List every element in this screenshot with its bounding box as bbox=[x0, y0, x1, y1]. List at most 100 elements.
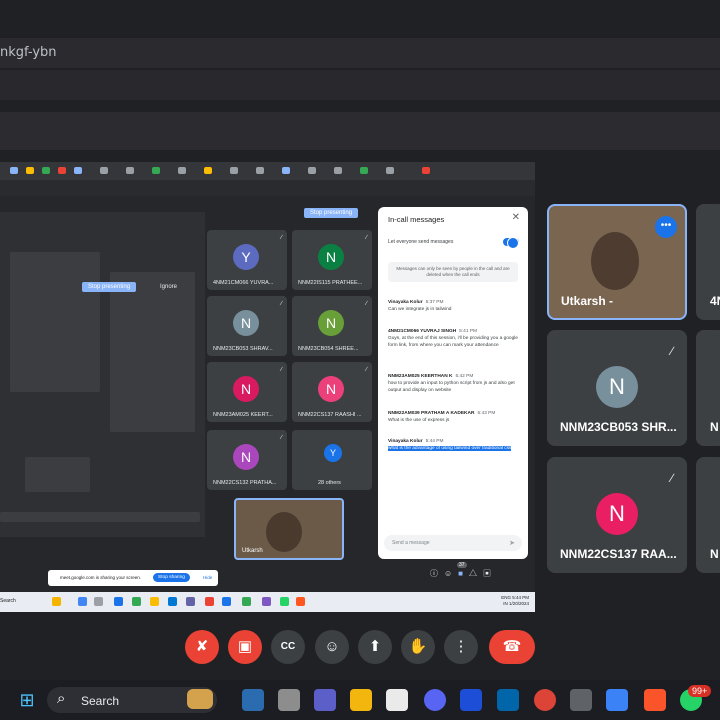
copilot-icon[interactable] bbox=[242, 689, 264, 711]
avatar: N bbox=[318, 244, 344, 270]
vscode-icon[interactable] bbox=[497, 689, 519, 711]
more-icon[interactable]: ⋮ bbox=[444, 630, 478, 664]
send-message-input[interactable]: Send a message bbox=[384, 535, 522, 551]
mic-off-icon: ∕ bbox=[670, 471, 673, 485]
chat-note: Messages can only be seen by people in t… bbox=[388, 262, 518, 282]
chat-message: NNM22AM039 PRATHAM A KADEKAR 5:43 PM What… bbox=[388, 410, 520, 424]
tab-icon bbox=[74, 167, 82, 174]
participant-tile[interactable]: ∕ N NNM22CS137 RAASHI ... bbox=[292, 362, 372, 422]
whatsapp-badge: 99+ bbox=[688, 685, 712, 697]
participant-tile[interactable]: ∕ N NNM23AM025 KEERT... bbox=[207, 362, 287, 422]
others-tile[interactable]: Y 28 others bbox=[292, 430, 372, 490]
app-icon[interactable] bbox=[570, 689, 592, 711]
screen-sharing-bar: meet.google.com is sharing your screen. … bbox=[48, 570, 218, 586]
tab-icon bbox=[204, 167, 212, 174]
tray-date: 1/20/2024 bbox=[508, 601, 529, 606]
message-sender: Vinayaka Kolur bbox=[388, 439, 423, 444]
more-options-icon[interactable]: ••• bbox=[655, 216, 677, 238]
participant-tile[interactable]: ∕ N NNM22CS132 PRATHA... bbox=[207, 430, 287, 490]
participant-tile[interactable]: ∕ N NNM23CB054 SHREE... bbox=[292, 296, 372, 356]
taskbar-app-icon bbox=[280, 597, 289, 606]
ignore-button[interactable]: Ignore bbox=[160, 284, 177, 290]
browser-toolbar-band bbox=[0, 70, 720, 100]
utkarsh-video-face bbox=[591, 232, 639, 290]
lock-icon[interactable]: ▣ bbox=[483, 569, 497, 578]
send-icon[interactable]: ➤ bbox=[509, 539, 515, 547]
stop-presenting-button[interactable]: Stop presenting bbox=[304, 208, 359, 218]
vpn-icon[interactable] bbox=[460, 689, 482, 711]
participant-name: NNM22CS132 PRATHA... bbox=[213, 480, 277, 486]
mic-off-icon: ∕ bbox=[365, 367, 367, 373]
info-icon[interactable]: ⓘ bbox=[430, 569, 444, 578]
windows-start-icon[interactable]: ⊞ bbox=[16, 689, 38, 711]
people-icon[interactable]: ☺ bbox=[444, 569, 458, 578]
participant-tile[interactable]: ∕ N NNM23CB053 SHRAV... bbox=[207, 296, 287, 356]
taskbar-app-icon bbox=[132, 597, 141, 606]
taskbar-app-icon bbox=[242, 597, 251, 606]
self-video-tile[interactable]: Utkarsh bbox=[234, 498, 344, 560]
message-time: 5:37 PM bbox=[425, 300, 444, 305]
participant-tile[interactable]: ∕ N NNM22IS115 PRATHEE... bbox=[292, 230, 372, 290]
blurred-presentation bbox=[0, 212, 205, 537]
edge-participant-tile[interactable]: 4N bbox=[696, 204, 720, 320]
send-messages-toggle[interactable] bbox=[503, 237, 519, 249]
participant-tile[interactable]: ∕ N NNM23CB053 SHR... bbox=[547, 330, 687, 446]
store-icon[interactable] bbox=[386, 689, 408, 711]
tab-icon bbox=[360, 167, 368, 174]
self-label: Utkarsh bbox=[242, 548, 263, 554]
message-sender: NNM23AM025 KEERTHAN K bbox=[388, 374, 453, 379]
taskbar-search[interactable]: ⌕ Search bbox=[47, 687, 217, 713]
emoji-icon[interactable]: ☺ bbox=[315, 630, 349, 664]
search-icon: ⌕ bbox=[57, 690, 66, 707]
participant-name: NNM22CS137 RAASHI ... bbox=[298, 412, 362, 418]
search-highlight-icon bbox=[187, 689, 213, 709]
participant-name: NNM23CB053 SHR... bbox=[560, 420, 677, 434]
shared-screen: Stop presenting Stop presenting Ignore ∕… bbox=[0, 162, 535, 612]
activities-icon[interactable]: △ bbox=[469, 569, 483, 578]
self-video-face bbox=[266, 512, 302, 552]
chrome-icon[interactable] bbox=[534, 689, 556, 711]
chat-icon[interactable]: ■ bbox=[458, 569, 469, 578]
toggle-label: Let everyone send messages bbox=[388, 239, 454, 245]
task-view-icon[interactable] bbox=[278, 689, 300, 711]
mic-off-icon: ∕ bbox=[365, 235, 367, 241]
tab-icon bbox=[386, 167, 394, 174]
participant-name: NNM22CS137 RAA... bbox=[560, 547, 677, 561]
teams-icon[interactable] bbox=[314, 689, 336, 711]
participant-name: 4NM21CM066 YUVRA... bbox=[213, 280, 274, 286]
captions-button[interactable]: CC bbox=[271, 630, 305, 664]
hide-button[interactable]: Hide bbox=[203, 575, 212, 580]
chat-message: Vinayaka Kolur 5:37 PM Can we integrate j… bbox=[388, 299, 520, 313]
camera-off-icon[interactable]: ▣ bbox=[228, 630, 262, 664]
url-text: nkgf-ybn bbox=[0, 45, 57, 60]
tab-icon bbox=[100, 167, 108, 174]
participant-tile[interactable]: ∕ Y 4NM21CM066 YUVRA... bbox=[207, 230, 287, 290]
blur-block bbox=[25, 457, 90, 492]
taskbar-app-icon bbox=[222, 597, 231, 606]
chat-title: In-call messages bbox=[388, 215, 445, 224]
taskbar-app-icon bbox=[186, 597, 195, 606]
brave-icon[interactable] bbox=[644, 689, 666, 711]
mic-off-icon[interactable]: ✘ bbox=[185, 630, 219, 664]
message-time: 5:41 PM bbox=[459, 329, 478, 334]
avatar: N bbox=[596, 366, 638, 408]
present-icon[interactable]: ⬆ bbox=[358, 630, 392, 664]
taskbar-app-icon bbox=[52, 597, 61, 606]
browser-address-bar[interactable]: nkgf-ybn bbox=[0, 38, 720, 68]
blur-block bbox=[10, 252, 100, 392]
avatar: Y bbox=[233, 244, 259, 270]
participant-tile[interactable]: ∕ N NNM22CS137 RAA... bbox=[547, 457, 687, 573]
edge-participant-tile[interactable]: N bbox=[696, 457, 720, 573]
close-icon[interactable]: ✕ bbox=[512, 212, 520, 223]
discord-icon[interactable] bbox=[424, 689, 446, 711]
todo-icon[interactable] bbox=[606, 689, 628, 711]
file-explorer-icon[interactable] bbox=[350, 689, 372, 711]
utkarsh-video-tile[interactable]: ••• Utkarsh - bbox=[547, 204, 687, 320]
raise-hand-icon[interactable]: ✋ bbox=[401, 630, 435, 664]
edge-participant-tile[interactable]: N bbox=[696, 330, 720, 446]
inner-stop-presenting-button[interactable]: Stop presenting bbox=[82, 282, 137, 292]
end-call-icon[interactable]: ☎ bbox=[489, 630, 535, 664]
inner-meet-controls: ⓘ☺■△▣ bbox=[430, 568, 497, 579]
stop-sharing-button[interactable]: Stop sharing bbox=[153, 573, 190, 582]
meet-header-band bbox=[0, 112, 720, 150]
